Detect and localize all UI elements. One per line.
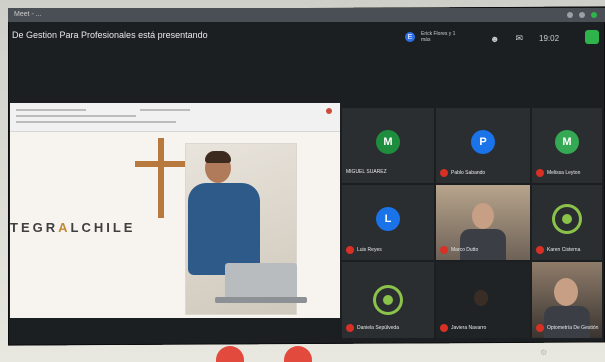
maximize-icon[interactable] <box>579 12 585 18</box>
participant-tile-3[interactable]: M Melissa Leyton <box>532 108 602 183</box>
mic-off-icon <box>536 169 544 177</box>
participant-tag: Pablo Sabando <box>440 169 485 177</box>
person-figure <box>188 183 260 275</box>
pen-icon <box>326 108 332 114</box>
laptop-icon <box>225 263 297 301</box>
mic-off-icon <box>440 169 448 177</box>
browser-tab-title[interactable]: Meet - ... <box>14 11 42 18</box>
brand-text-start: TEGR <box>10 220 59 235</box>
clock: 19:02 <box>539 34 560 43</box>
mini-participant-name: Erick Flores y 1 más <box>421 31 456 43</box>
participant-tile-5[interactable]: Marco Dutto <box>436 185 530 260</box>
participant-tile-4[interactable]: L Luis Reyes <box>342 185 434 260</box>
participant-tile-9[interactable]: Optometría De Gestión <box>532 262 602 338</box>
participant-tag: Melissa Leyton <box>536 169 580 177</box>
person-hair <box>205 151 231 163</box>
participant-face <box>472 203 494 229</box>
participant-name: Optometría De Gestión <box>547 325 599 331</box>
avatar: L <box>376 207 400 231</box>
cross-decoration-bar <box>135 161 190 167</box>
mic-off-icon <box>440 324 448 332</box>
brand-text-accent: A <box>58 220 71 235</box>
brand-logo: TEGRALCHILE <box>10 220 135 235</box>
participant-tag: Daniela Sepúlveda <box>346 324 399 332</box>
participant-tile-1[interactable]: M MIGUEL SUAREZ <box>342 108 434 183</box>
participant-name: Luis Reyes <box>357 247 382 253</box>
cross-decoration <box>158 138 164 218</box>
participant-tag: MIGUEL SUAREZ <box>346 169 387 175</box>
avatar: M <box>555 130 579 154</box>
participant-tag: Optometría De Gestión <box>536 324 598 332</box>
participant-name: Pablo Sabando <box>451 170 486 176</box>
mic-off-icon <box>536 324 544 332</box>
top-right-participants[interactable]: E Erick Flores y 1 más <box>405 31 461 43</box>
browser-tab-bar: Meet - ... <box>8 8 605 22</box>
avatar: M <box>376 130 400 154</box>
laptop-base <box>215 297 307 303</box>
participant-name: Marco Dutto <box>451 247 479 253</box>
participant-tag: Marco Dutto <box>440 246 478 254</box>
shared-screen: TEGRALCHILE <box>10 103 340 318</box>
participant-tile-8[interactable]: Javiera Navarro <box>436 262 530 338</box>
participant-name: Daniela Sepúlveda <box>357 325 399 331</box>
participant-name: MIGUEL SUAREZ <box>346 169 387 175</box>
presenting-banner: De Gestion Para Profesionales está prese… <box>12 30 208 40</box>
brand-text-end: LCHILE <box>70 220 136 235</box>
participant-face <box>474 290 488 306</box>
chat-icon[interactable]: ✉ <box>515 33 523 44</box>
participant-shirt <box>544 306 590 338</box>
participant-name: Karen Cisterna <box>547 247 581 253</box>
participant-name: Melissa Leyton <box>547 170 581 176</box>
speaking-ring <box>555 207 579 231</box>
participant-name: Javiera Navarro <box>451 325 487 331</box>
mic-off-icon <box>440 246 448 254</box>
mini-avatar: E <box>405 32 415 42</box>
participant-tag: Karen Cisterna <box>536 246 580 254</box>
more-options-icon[interactable]: ⚙ <box>540 348 547 357</box>
participant-tag: Luis Reyes <box>346 246 382 254</box>
participant-tile-6[interactable]: Karen Cisterna <box>532 185 602 260</box>
top-toolbar: ☻ ✉ 19:02 <box>490 33 559 44</box>
avatar: P <box>471 130 495 154</box>
participant-tile-2[interactable]: P Pablo Sabando <box>436 108 530 183</box>
extension-icon[interactable] <box>591 12 597 18</box>
browser-controls <box>567 12 597 18</box>
mic-off-icon <box>536 246 544 254</box>
mic-off-icon <box>346 324 354 332</box>
minimize-icon[interactable] <box>567 12 573 18</box>
participant-tile-7[interactable]: Daniela Sepúlveda <box>342 262 434 338</box>
participant-face <box>554 278 578 306</box>
people-icon[interactable]: ☻ <box>490 34 499 44</box>
participant-shirt <box>460 229 506 260</box>
activity-button[interactable] <box>585 30 599 44</box>
speaking-ring <box>376 288 400 312</box>
participant-tag: Javiera Navarro <box>440 324 486 332</box>
slide-editor-toolbar <box>10 103 340 132</box>
mic-off-icon <box>346 246 354 254</box>
